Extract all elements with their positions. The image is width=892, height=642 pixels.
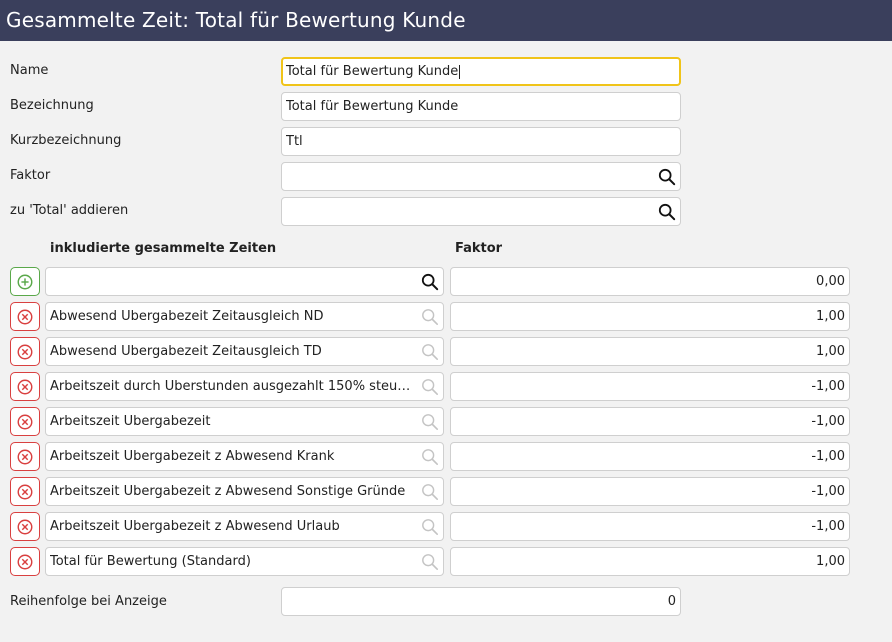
search-icon[interactable] bbox=[421, 413, 439, 431]
zeit-value: Arbeitszeit durch Überstunden ausgezahlt… bbox=[50, 379, 413, 394]
faktor-value: -1,00 bbox=[811, 484, 845, 499]
zeit-value: Arbeitszeit Übergabezeit bbox=[50, 414, 211, 429]
faktor-input[interactable]: -1,00 bbox=[450, 477, 850, 506]
faktor-lookup-input[interactable] bbox=[281, 162, 681, 191]
search-icon[interactable] bbox=[421, 448, 439, 466]
name-input[interactable]: Total für Bewertung Kunde bbox=[281, 57, 681, 86]
faktor-value: 1,00 bbox=[816, 344, 845, 359]
zeit-lookup-input[interactable]: Total für Bewertung (Standard) bbox=[45, 547, 444, 576]
search-icon[interactable] bbox=[421, 308, 439, 326]
zeit-lookup-input[interactable]: Arbeitszeit Übergabezeit z Abwesend Sons… bbox=[45, 477, 444, 506]
faktor-column-header: Faktor bbox=[455, 241, 503, 256]
zeit-lookup-input[interactable]: Arbeitszeit Übergabezeit z Abwesend Kran… bbox=[45, 442, 444, 471]
remove-row-button[interactable] bbox=[10, 302, 40, 331]
faktor-value: -1,00 bbox=[811, 449, 845, 464]
remove-circle-icon bbox=[17, 414, 33, 429]
zeit-lookup-input[interactable]: Arbeitszeit Übergabezeit bbox=[45, 407, 444, 436]
zeit-value: Abwesend Übergabezeit Zeitausgleich ND bbox=[50, 309, 324, 324]
faktor-value: -1,00 bbox=[811, 414, 845, 429]
zeit-value: Arbeitszeit Übergabezeit z Abwesend Kran… bbox=[50, 449, 335, 464]
name-label: Name bbox=[10, 63, 49, 78]
remove-circle-icon bbox=[17, 449, 33, 464]
name-value: Total für Bewertung Kunde bbox=[286, 64, 459, 79]
search-icon[interactable] bbox=[658, 203, 676, 221]
new-faktor-value: 0,00 bbox=[816, 274, 845, 289]
remove-row-button[interactable] bbox=[10, 512, 40, 541]
form-content: Name Total für Bewertung Kunde Bezeichnu… bbox=[0, 41, 892, 642]
faktor-value: -1,00 bbox=[811, 379, 845, 394]
new-zeit-lookup-input[interactable] bbox=[45, 267, 444, 296]
remove-row-button[interactable] bbox=[10, 477, 40, 506]
zeit-value: Total für Bewertung (Standard) bbox=[50, 554, 251, 569]
zeit-value: Arbeitszeit Übergabezeit z Abwesend Sons… bbox=[50, 484, 406, 499]
faktor-value: -1,00 bbox=[811, 519, 845, 534]
kurzbezeichnung-input[interactable]: Ttl bbox=[281, 127, 681, 156]
plus-circle-icon bbox=[17, 274, 33, 289]
new-faktor-input[interactable]: 0,00 bbox=[450, 267, 850, 296]
remove-circle-icon bbox=[17, 519, 33, 534]
total-addieren-label: zu 'Total' addieren bbox=[10, 203, 129, 218]
reihenfolge-label: Reihenfolge bei Anzeige bbox=[10, 594, 167, 609]
remove-circle-icon bbox=[17, 309, 33, 324]
search-icon[interactable] bbox=[421, 518, 439, 536]
zeit-lookup-input[interactable]: Abwesend Übergabezeit Zeitausgleich ND bbox=[45, 302, 444, 331]
zeit-lookup-input[interactable]: Abwesend Übergabezeit Zeitausgleich TD bbox=[45, 337, 444, 366]
faktor-input[interactable]: 1,00 bbox=[450, 302, 850, 331]
remove-circle-icon bbox=[17, 344, 33, 359]
remove-row-button[interactable] bbox=[10, 407, 40, 436]
faktor-value: 1,00 bbox=[816, 554, 845, 569]
bezeichnung-value: Total für Bewertung Kunde bbox=[286, 99, 459, 114]
remove-row-button[interactable] bbox=[10, 372, 40, 401]
search-icon[interactable] bbox=[421, 378, 439, 396]
text-cursor bbox=[459, 64, 461, 79]
faktor-label: Faktor bbox=[10, 168, 51, 183]
remove-row-button[interactable] bbox=[10, 547, 40, 576]
faktor-input[interactable]: 1,00 bbox=[450, 337, 850, 366]
zeit-value: Abwesend Übergabezeit Zeitausgleich TD bbox=[50, 344, 322, 359]
search-icon[interactable] bbox=[421, 553, 439, 571]
faktor-input[interactable]: -1,00 bbox=[450, 407, 850, 436]
kurzbezeichnung-value: Ttl bbox=[286, 134, 303, 149]
zeit-lookup-input[interactable]: Arbeitszeit durch Überstunden ausgezahlt… bbox=[45, 372, 444, 401]
window-title: Gesammelte Zeit: Total für Bewertung Kun… bbox=[6, 8, 466, 32]
zeiten-column-header: inkludierte gesammelte Zeiten bbox=[50, 241, 277, 256]
remove-row-button[interactable] bbox=[10, 337, 40, 366]
search-icon[interactable] bbox=[421, 483, 439, 501]
faktor-input[interactable]: 1,00 bbox=[450, 547, 850, 576]
zeit-lookup-input[interactable]: Arbeitszeit Übergabezeit z Abwesend Urla… bbox=[45, 512, 444, 541]
total-addieren-lookup-input[interactable] bbox=[281, 197, 681, 226]
add-row-button[interactable] bbox=[10, 267, 40, 296]
bezeichnung-label: Bezeichnung bbox=[10, 98, 94, 113]
zeit-value: Arbeitszeit Übergabezeit z Abwesend Urla… bbox=[50, 519, 340, 534]
remove-circle-icon bbox=[17, 554, 33, 569]
search-icon[interactable] bbox=[421, 343, 439, 361]
faktor-input[interactable]: -1,00 bbox=[450, 512, 850, 541]
remove-circle-icon bbox=[17, 379, 33, 394]
faktor-input[interactable]: -1,00 bbox=[450, 442, 850, 471]
search-icon[interactable] bbox=[421, 273, 439, 291]
title-bar: Gesammelte Zeit: Total für Bewertung Kun… bbox=[0, 0, 892, 41]
reihenfolge-value: 0 bbox=[667, 594, 676, 609]
bezeichnung-input[interactable]: Total für Bewertung Kunde bbox=[281, 92, 681, 121]
faktor-value: 1,00 bbox=[816, 309, 845, 324]
reihenfolge-input[interactable]: 0 bbox=[281, 587, 681, 616]
remove-row-button[interactable] bbox=[10, 442, 40, 471]
search-icon[interactable] bbox=[658, 168, 676, 186]
faktor-input[interactable]: -1,00 bbox=[450, 372, 850, 401]
remove-circle-icon bbox=[17, 484, 33, 499]
kurzbezeichnung-label: Kurzbezeichnung bbox=[10, 133, 122, 148]
